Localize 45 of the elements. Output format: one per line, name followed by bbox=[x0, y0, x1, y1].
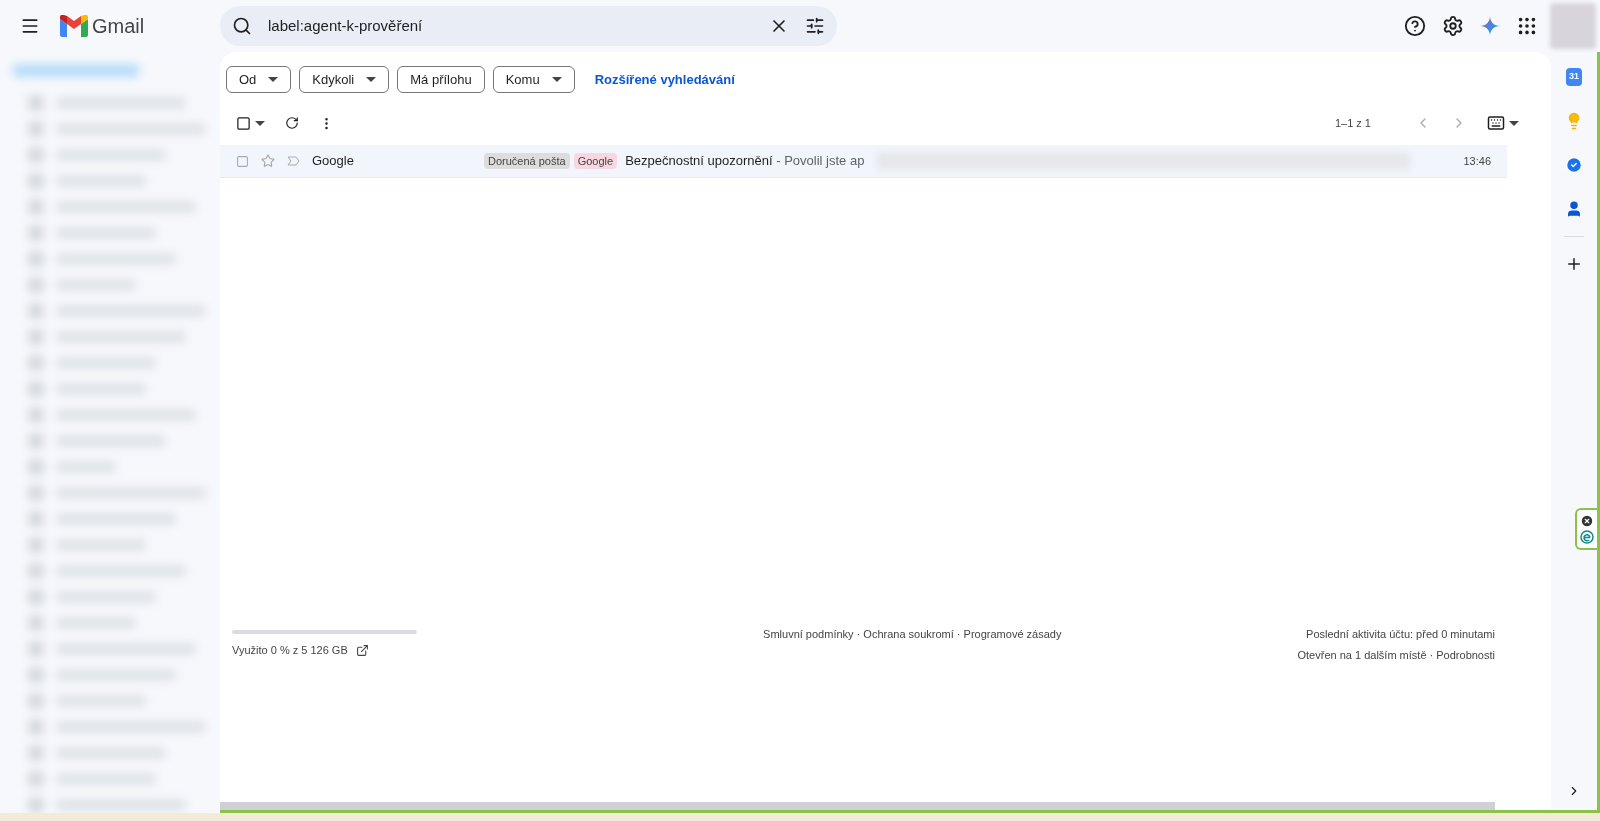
time-text: 13:46 bbox=[1463, 153, 1491, 169]
help-icon[interactable] bbox=[1404, 15, 1426, 37]
calendar-icon[interactable]: 31 bbox=[1566, 68, 1582, 86]
add-icon[interactable] bbox=[1565, 255, 1583, 273]
advanced-search-link[interactable]: Rozšířené vyhledávání bbox=[594, 69, 735, 90]
extension-widget[interactable] bbox=[1575, 507, 1597, 550]
search-icon[interactable] bbox=[232, 16, 252, 36]
select-checkbox[interactable] bbox=[236, 115, 251, 131]
e-circle-icon[interactable] bbox=[1580, 529, 1594, 544]
keyboard-icon[interactable] bbox=[1487, 114, 1505, 132]
sparkle-icon[interactable] bbox=[1480, 16, 1500, 36]
caret-icon bbox=[551, 77, 562, 82]
horizontal-scrollbar[interactable] bbox=[220, 802, 1495, 810]
tasks-icon[interactable] bbox=[1565, 156, 1583, 174]
sender-text: Google bbox=[312, 152, 355, 171]
label-tag[interactable]: Doručená pošta bbox=[484, 152, 570, 170]
search-field[interactable]: label:agent-k-prověření bbox=[220, 6, 837, 46]
close-icon[interactable] bbox=[1580, 513, 1594, 528]
filter-chip[interactable]: Kdykoli bbox=[299, 66, 390, 93]
email-row[interactable]: Google Doručená pošta Google Bezpečnostní upozornění - Povolil jste ap 13:46 bbox=[220, 145, 1507, 178]
pagination-text: 1–1 z 1 bbox=[1334, 115, 1371, 131]
star-icon[interactable] bbox=[261, 154, 275, 168]
refresh-icon[interactable] bbox=[285, 116, 299, 130]
logo-text: Gmail bbox=[92, 14, 145, 39]
label-tag[interactable]: Google bbox=[573, 152, 618, 170]
caret-icon bbox=[1509, 120, 1519, 126]
activity-text: Poslední aktivita účtu: před 0 minutami bbox=[1306, 627, 1495, 642]
storage-text: Využito 0 % z 5 126 GB bbox=[232, 643, 348, 658]
search-input[interactable]: label:agent-k-prověření bbox=[268, 14, 753, 38]
apps-icon[interactable] bbox=[1516, 15, 1538, 37]
caret-icon bbox=[255, 120, 265, 126]
settings-icon[interactable] bbox=[1442, 15, 1464, 37]
filter-chip[interactable]: Od bbox=[226, 66, 292, 93]
external-link-icon[interactable] bbox=[355, 643, 369, 657]
gmail-logo-icon bbox=[60, 15, 88, 37]
filter-chip[interactable]: Komu bbox=[492, 66, 575, 93]
policy-links[interactable]: Smluvní podmínky · Ochrana soukromí · Programové zásady bbox=[653, 626, 1062, 663]
row-checkbox[interactable] bbox=[236, 154, 249, 168]
contacts-icon[interactable] bbox=[1565, 200, 1583, 218]
filter-options-icon[interactable] bbox=[805, 16, 825, 36]
sessions-text: Otevřen na 1 dalším místě · Podrobnosti bbox=[1297, 647, 1495, 663]
caret-icon bbox=[268, 77, 279, 82]
caret-icon bbox=[366, 77, 377, 82]
subject-text: Bezpečnostní upozornění - Povolil jste ap bbox=[625, 152, 865, 171]
filter-chip[interactable]: Má přílohu bbox=[397, 66, 485, 93]
